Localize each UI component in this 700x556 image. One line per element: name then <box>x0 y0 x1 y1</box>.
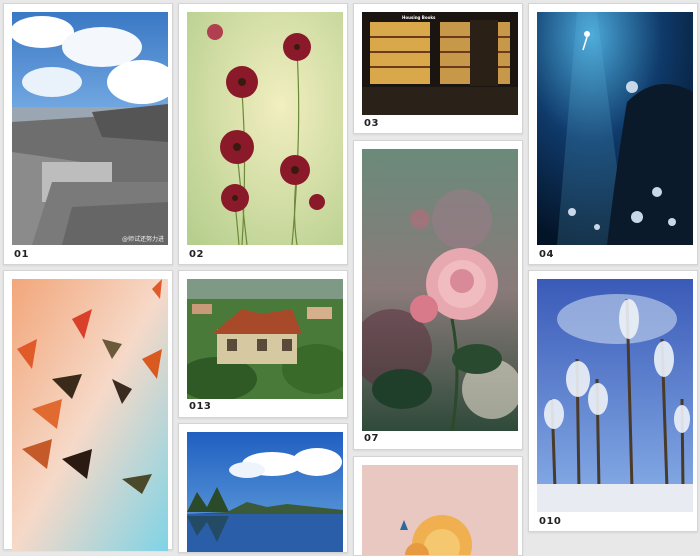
photo-cosmos-flowers <box>187 12 343 245</box>
gallery-card-05[interactable] <box>3 270 173 551</box>
card-caption: 013 <box>189 401 212 412</box>
photo-karst-lake <box>187 432 343 552</box>
card-caption: 02 <box>189 249 204 260</box>
photo-abstract-shards <box>12 279 168 551</box>
gallery-card-010[interactable]: 010 <box>528 270 698 532</box>
gallery-card-02[interactable]: 02 <box>178 3 348 265</box>
gallery-card-03[interactable]: Housing Books 03 <box>353 3 523 134</box>
photo-bookshop-night: Housing Books <box>362 12 518 115</box>
card-caption: 010 <box>539 516 562 527</box>
shop-sign-text: Housing Books <box>402 15 436 20</box>
card-caption: 01 <box>14 249 29 260</box>
card-caption: 07 <box>364 433 379 444</box>
photo-pink-rose <box>362 149 518 431</box>
gallery-card-09[interactable] <box>178 423 348 553</box>
photo-underwater-diver <box>537 12 693 245</box>
card-caption: 03 <box>364 118 379 129</box>
gallery-card-013[interactable]: 013 <box>178 270 348 418</box>
photo-watermark: @师试还努力进展 <box>122 236 165 243</box>
photo-european-villa <box>187 279 343 399</box>
photo-rooftops-sky: @师试还努力进展 <box>12 12 168 245</box>
gallery-card-07[interactable]: 07 <box>353 140 523 450</box>
photo-yellow-rose <box>362 465 518 555</box>
gallery-card-11[interactable] <box>353 456 523 556</box>
gallery-card-01[interactable]: @师试还努力进展 01 <box>3 3 173 265</box>
gallery-card-04[interactable]: 04 <box>528 3 698 265</box>
card-caption: 04 <box>539 249 554 260</box>
photo-frosted-trees <box>537 279 693 512</box>
